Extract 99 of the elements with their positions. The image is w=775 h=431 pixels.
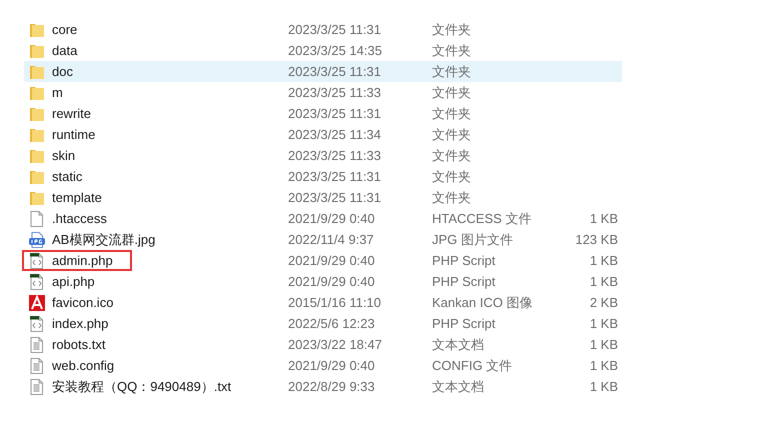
folder-icon [29,64,45,80]
modified-date: 2023/3/25 11:31 [288,62,382,81]
file-name: web.config [52,356,114,375]
file-icon [29,210,45,226]
file-row[interactable]: index.php 2022/5/6 12:23 PHP Script 1 KB [24,313,622,334]
file-name: doc [52,62,73,81]
modified-date: 2023/3/25 11:31 [288,20,382,39]
file-row[interactable]: robots.txt 2023/3/22 18:47 文本文档 1 KB [24,334,622,355]
script-file-icon [29,316,45,332]
file-type: CONFIG 文件 [432,356,514,375]
file-row[interactable]: m 2023/3/25 11:33 文件夹 [24,82,622,103]
modified-date: 2023/3/25 11:31 [288,104,382,123]
text-file-icon [29,336,45,352]
file-type: Kankan ICO 图像 [432,294,534,312]
file-type: PHP Script [432,314,496,333]
file-size: 1 KB [590,272,618,291]
modified-date: 2022/11/4 9:37 [288,230,375,249]
file-size: 1 KB [590,252,618,270]
file-row[interactable]: .htaccess 2021/9/29 0:40 HTACCESS 文件 1 KB [24,208,622,229]
file-type: 文件夹 [432,84,472,102]
modified-date: 2022/8/29 9:33 [288,378,376,396]
file-type: HTACCESS 文件 [432,210,532,228]
modified-date: 2022/5/6 12:23 [288,314,376,333]
file-row[interactable]: data 2023/3/25 14:35 文件夹 [24,40,622,61]
modified-date: 2023/3/25 11:33 [288,146,382,165]
folder-icon [29,22,45,38]
modified-date: 2023/3/25 11:31 [288,168,382,186]
file-type: 文件夹 [432,20,472,39]
file-name: core [52,20,78,39]
file-name: .htaccess [52,210,107,228]
file-name: api.php [52,272,95,291]
file-row[interactable]: template 2023/3/25 11:31 文件夹 [24,187,622,208]
file-row[interactable]: AB模网交流群.jpg 2022/11/4 9:37 JPG 图片文件 123 KB [24,229,622,250]
text-file-icon [29,378,45,394]
file-type: 文件夹 [432,104,472,123]
file-row[interactable]: static 2023/3/25 11:31 文件夹 [24,166,622,187]
file-row[interactable]: api.php 2021/9/29 0:40 PHP Script 1 KB [24,271,622,292]
script-file-icon [29,274,45,290]
file-name: favicon.ico [52,294,114,312]
modified-date: 2021/9/29 0:40 [288,356,376,375]
file-name: AB模网交流群.jpg [52,230,156,249]
folder-icon [29,190,45,206]
file-type: 文件夹 [432,62,472,81]
file-type: 文件夹 [432,188,472,207]
modified-date: 2023/3/25 11:33 [288,84,382,102]
folder-icon [29,42,45,58]
folder-icon [29,84,45,100]
file-name: rewrite [52,104,92,123]
text-file-icon [29,358,45,374]
file-type: 文件夹 [432,168,472,186]
file-name: runtime [52,126,96,144]
file-row[interactable]: admin.php 2021/9/29 0:40 PHP Script 1 KB [24,250,622,271]
file-type: JPG 图片文件 [432,230,514,249]
file-row[interactable]: rewrite 2023/3/25 11:31 文件夹 [24,103,622,124]
file-name: m [52,84,63,102]
image-file-icon [29,232,45,248]
folder-icon [29,126,45,142]
file-type: 文件夹 [432,42,472,60]
modified-date: 2021/9/29 0:40 [288,252,376,270]
file-name: static [52,168,82,186]
modified-date: 2021/9/29 0:40 [288,272,376,291]
file-size: 123 KB [575,230,618,249]
file-name: template [52,188,102,207]
file-row[interactable]: 安装教程（QQ：9490489）.txt 2022/8/29 9:33 文本文档 1 KB [24,376,622,397]
file-name: skin [52,146,76,165]
file-row[interactable]: favicon.ico 2015/1/16 11:10 Kankan ICO 图像 2 KB [24,292,622,313]
file-size: 1 KB [590,356,618,375]
file-size: 1 KB [590,336,618,354]
folder-icon [29,106,45,122]
modified-date: 2023/3/22 18:47 [288,336,383,354]
file-size: 1 KB [590,378,618,396]
file-type: 文本文档 [432,336,485,354]
file-type: 文件夹 [432,126,472,144]
file-size: 1 KB [590,314,618,333]
modified-date: 2023/3/25 11:31 [288,188,382,207]
modified-date: 2015/1/16 11:10 [288,294,382,312]
file-row[interactable]: web.config 2021/9/29 0:40 CONFIG 文件 1 KB [24,355,622,376]
modified-date: 2021/9/29 0:40 [288,210,376,228]
file-name: robots.txt [52,336,106,354]
file-row[interactable]: skin 2023/3/25 11:33 文件夹 [24,145,622,166]
file-name: admin.php [52,252,113,270]
file-type: PHP Script [432,272,496,291]
file-row[interactable]: doc 2023/3/25 11:31 文件夹 [24,61,622,82]
file-name: 安装教程（QQ：9490489）.txt [52,378,232,396]
file-size: 1 KB [590,210,618,228]
modified-date: 2023/3/25 11:34 [288,126,382,144]
file-row[interactable]: core 2023/3/25 11:31 文件夹 [24,19,622,40]
folder-icon [29,148,45,164]
file-type: 文件夹 [432,146,472,165]
file-size: 2 KB [590,294,618,312]
file-name: index.php [52,314,108,333]
file-type: 文本文档 [432,378,485,396]
file-name: data [52,42,78,60]
file-type: PHP Script [432,252,496,270]
folder-icon [29,168,45,184]
modified-date: 2023/3/25 14:35 [288,42,383,60]
script-file-icon [29,252,45,268]
letter-a-icon [29,294,45,310]
file-row[interactable]: runtime 2023/3/25 11:34 文件夹 [24,124,622,145]
